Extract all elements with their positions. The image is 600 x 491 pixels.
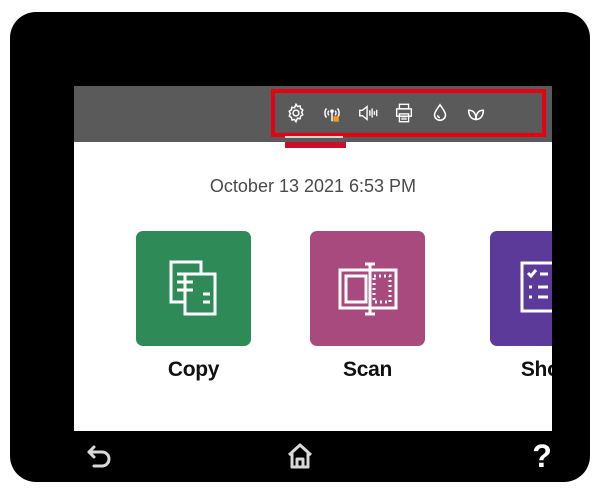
touch-screen: October 13 2021 6:53 PM Copy Scan Sh xyxy=(74,86,552,431)
shortcuts-icon xyxy=(520,261,552,312)
app-copy[interactable]: Copy xyxy=(136,231,251,382)
scan-label: Scan xyxy=(343,358,392,381)
back-icon xyxy=(87,445,111,468)
scan-icon xyxy=(338,262,397,315)
copy-tile[interactable] xyxy=(136,231,251,346)
copy-icon xyxy=(169,260,216,315)
home-button[interactable] xyxy=(280,436,320,476)
date-time: October 13 2021 6:53 PM xyxy=(209,176,417,196)
home-icon xyxy=(287,443,313,469)
scan-tile[interactable] xyxy=(310,231,425,346)
shortcuts-label: Short xyxy=(520,358,552,381)
status-pull-tab[interactable] xyxy=(285,142,346,148)
back-button[interactable] xyxy=(80,436,120,476)
help-button[interactable]: ? xyxy=(522,436,562,476)
printer-control-panel: October 13 2021 6:53 PM Copy Scan Sh ? xyxy=(10,12,590,482)
app-shortcuts[interactable]: Short xyxy=(490,231,552,382)
status-bar xyxy=(74,86,552,142)
status-icons-highlight xyxy=(271,89,546,137)
navigation-bar: ? xyxy=(10,430,590,482)
settings-selected-indicator xyxy=(285,136,343,138)
copy-label: Copy xyxy=(167,358,220,381)
shortcuts-tile[interactable] xyxy=(490,231,552,346)
app-scan[interactable]: Scan xyxy=(310,231,425,382)
app-grid: Copy Scan Sh xyxy=(74,231,552,391)
help-icon: ? xyxy=(532,438,552,474)
